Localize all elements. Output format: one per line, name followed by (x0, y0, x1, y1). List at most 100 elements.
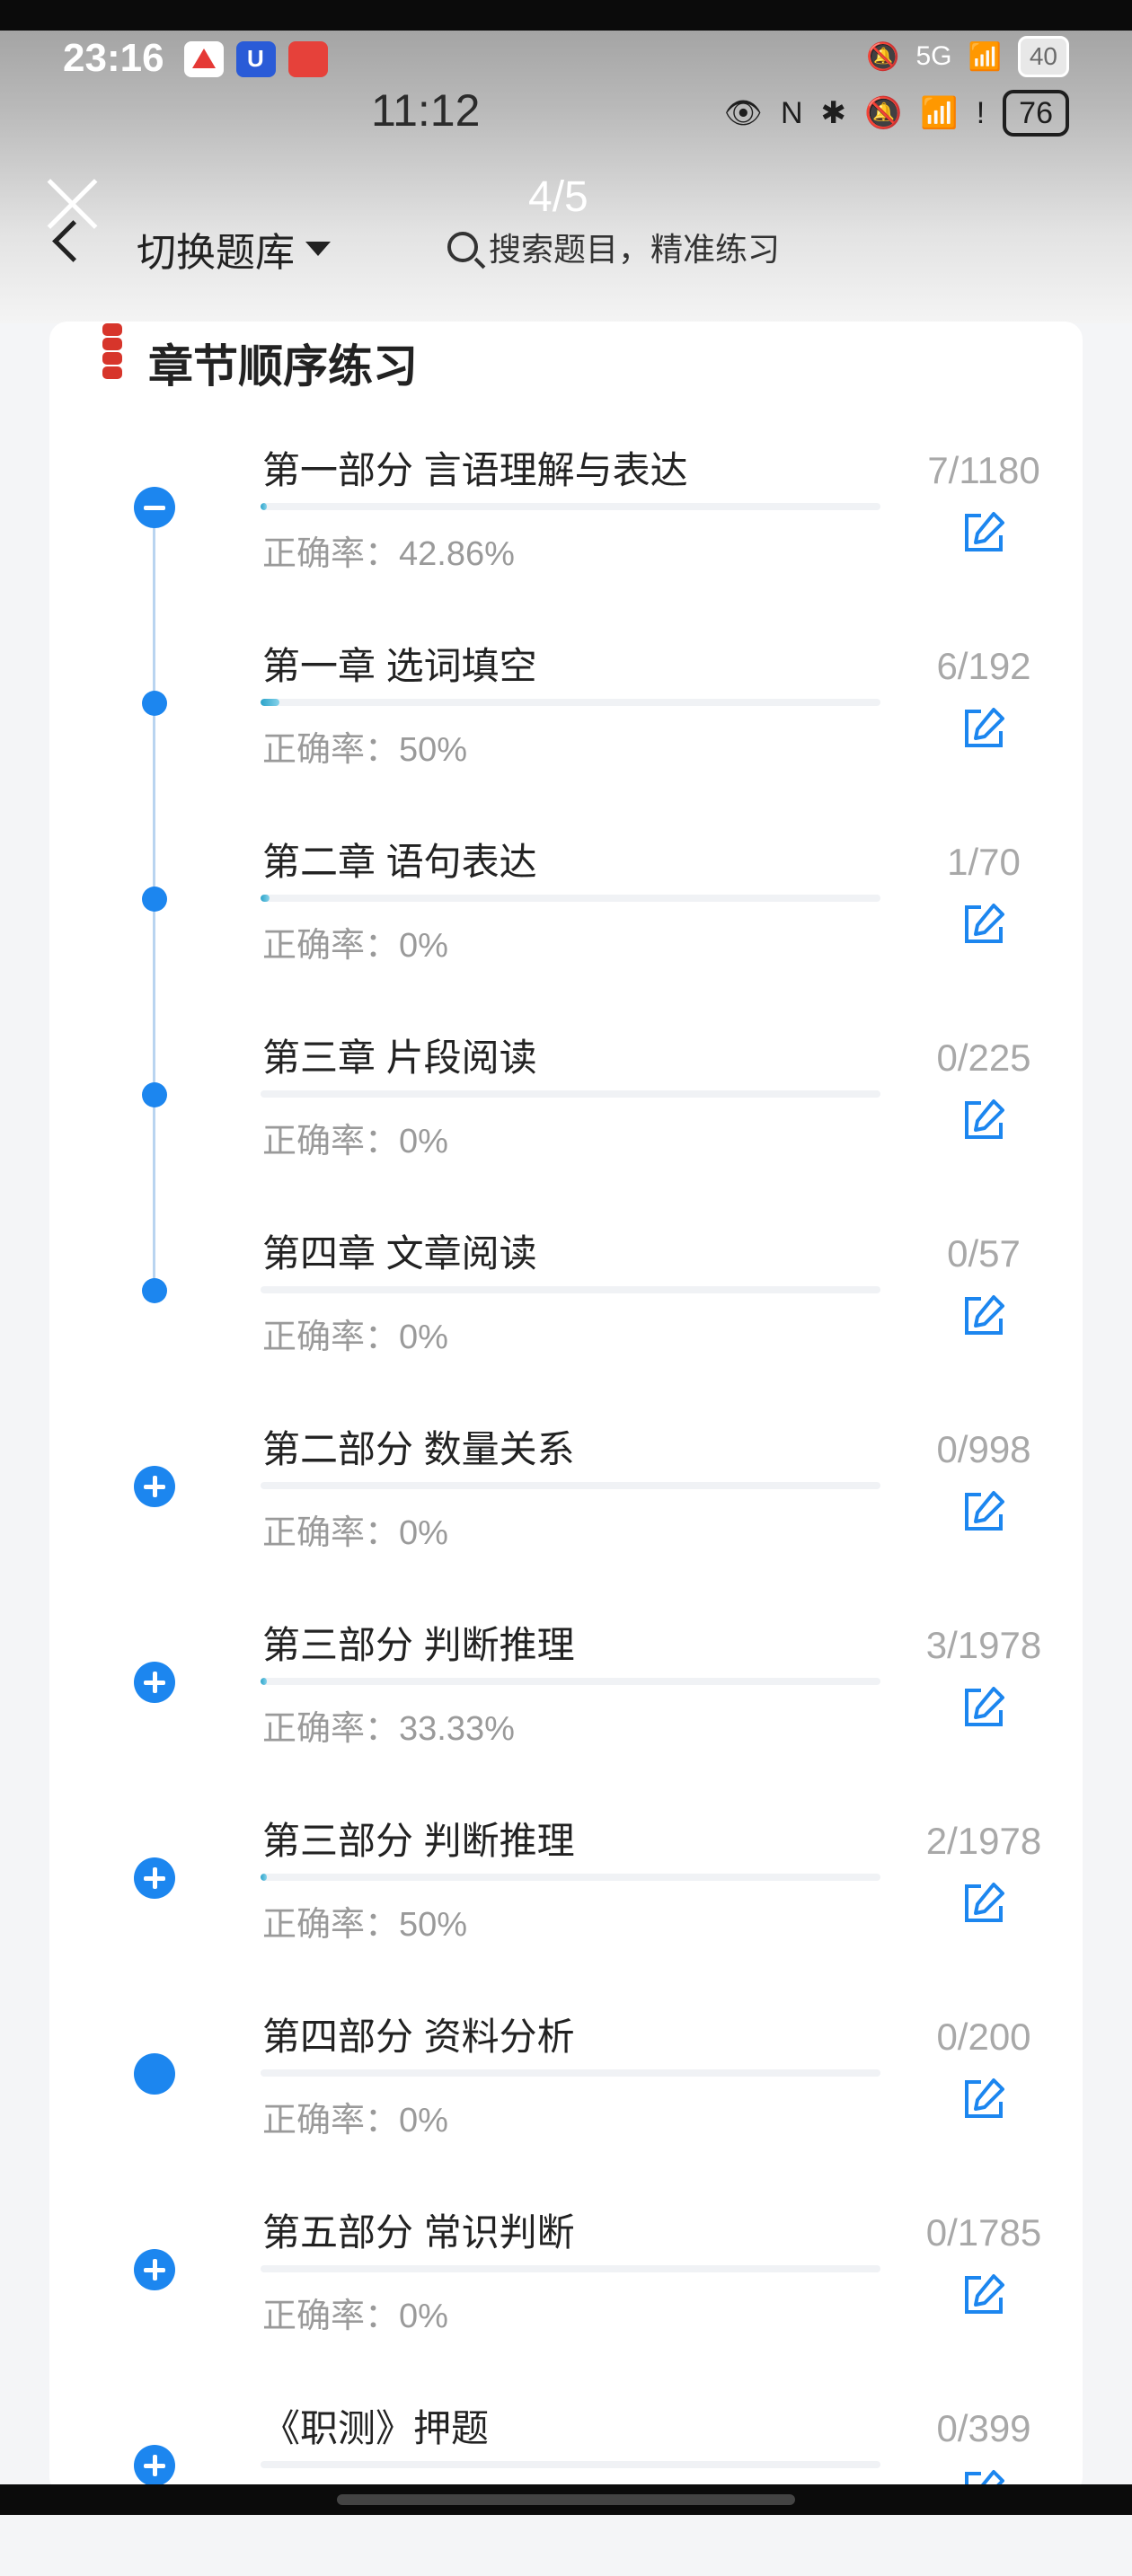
timeline-node-icon (134, 2053, 175, 2095)
app-notification-icon (236, 41, 276, 77)
chapter-row[interactable]: 第二部分 数量关系正确率：0% 0/998 (0, 1401, 1132, 1597)
chapter-title: 第一章 选词填空 (262, 645, 537, 687)
question-count: 0/200 (936, 2016, 1031, 2058)
progress-track (261, 1482, 880, 1489)
chapter-title: 第一部分 言语理解与表达 (262, 449, 688, 491)
timeline-node-icon (142, 1082, 167, 1107)
system-status-icons: 🔕 5G 📶 40 (866, 36, 1069, 77)
accuracy-text: 正确率：50% (262, 1906, 468, 1944)
chapter-row[interactable]: 第三章 片段阅读 正确率：0% 0/225 (0, 1010, 1132, 1205)
section-title: 章节顺序练习 (148, 341, 418, 392)
progress-fill (261, 503, 267, 510)
system-time: 23:16 (63, 36, 164, 80)
accuracy-text: 正确率：42.86% (262, 535, 515, 573)
chapter-row[interactable]: 第一部分 言语理解与表达正确率：42.86% 7/1180 (0, 422, 1132, 618)
app-notification-icon (184, 41, 224, 77)
expand-plus-icon[interactable] (134, 2249, 175, 2290)
chapter-title: 第三部分 判断推理 (262, 1820, 575, 1862)
chapter-row[interactable]: 第五部分 常识判断正确率：0% 0/1785 (0, 2184, 1132, 2380)
edit-practice-icon[interactable] (961, 1881, 1006, 1926)
chapter-title: 第四部分 资料分析 (262, 2016, 575, 2058)
question-count: 3/1978 (925, 1624, 1042, 1666)
app-notification-icon (288, 41, 328, 77)
search-placeholder: 搜索题目，精准练习 (489, 231, 781, 268)
chapter-title: 第三章 片段阅读 (262, 1037, 537, 1079)
status-icons-secondary: 👁 N ✱ 🔕 📶 ! 76 (724, 90, 1069, 137)
bluetooth-icon: ✱ (820, 96, 847, 130)
progress-fill (261, 1874, 267, 1881)
timeline-node-icon (142, 1278, 167, 1303)
progress-track (261, 1874, 880, 1881)
edit-practice-icon[interactable] (961, 2077, 1006, 2122)
question-count: 1/70 (947, 841, 1021, 883)
accuracy-text: 正确率：0% (262, 1123, 448, 1160)
progress-track (261, 1678, 880, 1685)
progress-fill (261, 1678, 267, 1685)
progress-track (261, 2461, 880, 2468)
edit-practice-icon[interactable] (961, 706, 1006, 751)
timeline-node-icon (142, 887, 167, 912)
home-indicator[interactable] (337, 2494, 795, 2505)
top-black-strip (0, 0, 1132, 31)
wifi-icon: 📶 (920, 96, 959, 130)
chapter-title: 第二部分 数量关系 (262, 1428, 575, 1470)
chapter-title: 《职测》押题 (262, 2407, 490, 2449)
edit-practice-icon[interactable] (961, 902, 1006, 947)
alert-icon: ! (976, 95, 986, 130)
battery-indicator: 40 (1017, 36, 1069, 77)
search-icon (447, 232, 478, 262)
chapter-row[interactable]: 第三部分 判断推理 正确率：33.33% 3/1978 (0, 1597, 1132, 1793)
firecracker-icon (99, 322, 126, 393)
question-count: 0/57 (947, 1232, 1021, 1275)
expand-plus-icon[interactable] (134, 1662, 175, 1703)
progress-fill (261, 895, 270, 902)
edit-practice-icon[interactable] (961, 510, 1006, 555)
progress-track (261, 2265, 880, 2272)
nfc-icon: N (780, 95, 803, 130)
collapse-minus-icon[interactable] (134, 487, 175, 528)
edit-practice-icon[interactable] (961, 1685, 1006, 1730)
mute-icon: 🔕 (864, 96, 903, 130)
chapter-title: 第四章 文章阅读 (262, 1232, 537, 1275)
progress-track (261, 1286, 880, 1293)
expand-plus-icon[interactable] (134, 2445, 175, 2486)
search-input[interactable]: 搜索题目，精准练习 (422, 211, 1069, 283)
expand-plus-icon[interactable] (134, 1466, 175, 1507)
edit-practice-icon[interactable] (961, 2272, 1006, 2317)
chapter-row[interactable]: 《职测》押题 0/399 (0, 2380, 1132, 2576)
progress-track (261, 895, 880, 902)
wifi-icon: 📶 (968, 41, 1002, 72)
screen-time: 11:12 (371, 85, 481, 136)
accuracy-text: 正确率：50% (262, 731, 468, 769)
chapter-title: 第二章 语句表达 (262, 841, 537, 883)
progress-fill (261, 699, 280, 706)
accuracy-text: 正确率：0% (262, 1514, 448, 1552)
chapter-row[interactable]: 第四章 文章阅读正确率：0% 0/57 (0, 1205, 1132, 1401)
battery-indicator: 76 (1003, 90, 1069, 137)
question-count: 0/1785 (925, 2211, 1042, 2254)
question-count: 0/998 (936, 1428, 1031, 1470)
edit-practice-icon[interactable] (961, 1293, 1006, 1338)
question-count: 7/1180 (927, 449, 1040, 491)
expand-plus-icon[interactable] (134, 1857, 175, 1899)
progress-track (261, 2069, 880, 2077)
progress-track (261, 503, 880, 510)
progress-track (261, 1090, 880, 1098)
chapter-row[interactable]: 第一章 选词填空正确率：50% 6/192 (0, 618, 1132, 814)
notification-app-icons (184, 41, 328, 77)
chapter-row[interactable]: 第四部分 资料分析 正确率：0% 0/200 (0, 1989, 1132, 2184)
switch-bank-label: 切换题库 (137, 231, 295, 275)
accuracy-text: 正确率：0% (262, 2298, 448, 2335)
question-count: 6/192 (936, 645, 1031, 687)
chapter-title: 第五部分 常识判断 (262, 2211, 575, 2254)
edit-practice-icon[interactable] (961, 1489, 1006, 1534)
chapter-row[interactable]: 第三部分 判断推理正确率：50% 2/1978 (0, 1793, 1132, 1989)
chapter-row[interactable]: 第二章 语句表达 正确率：0% 1/70 (0, 814, 1132, 1010)
edit-practice-icon[interactable] (961, 1098, 1006, 1142)
mute-icon: 🔕 (866, 41, 900, 72)
switch-bank-button[interactable]: 切换题库 (137, 220, 331, 278)
accuracy-text: 正确率：0% (262, 1319, 448, 1356)
timeline-node-icon (142, 691, 167, 716)
question-count: 2/1978 (925, 1820, 1042, 1862)
dropdown-triangle-icon (305, 242, 331, 256)
